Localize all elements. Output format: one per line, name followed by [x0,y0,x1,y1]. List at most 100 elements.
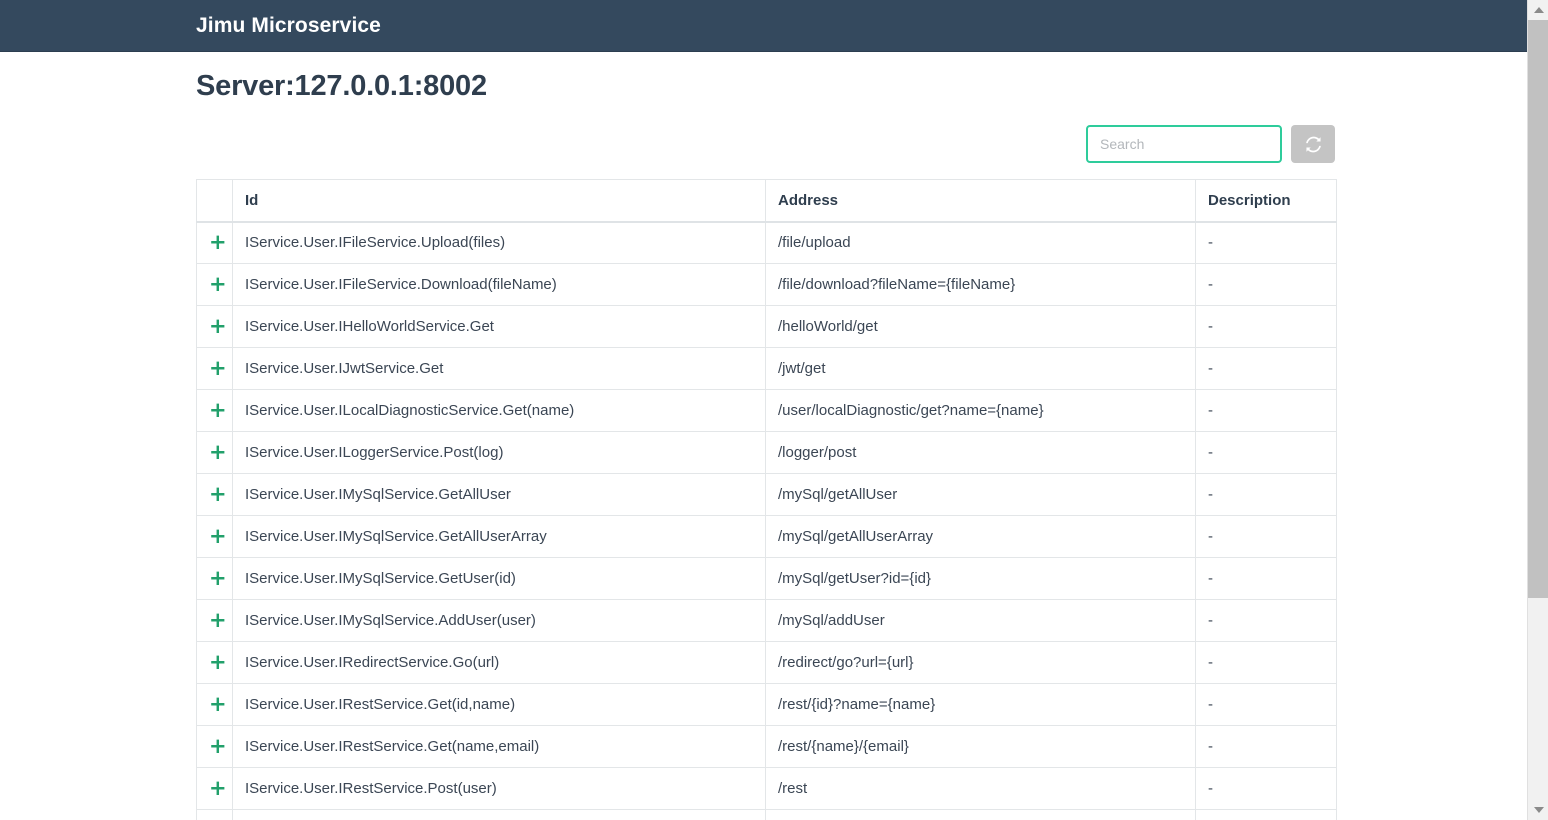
table-row: + IService.User.ILocalDiagnosticService.G… [197,390,1337,432]
app-brand-title: Jimu Microservice [196,14,381,38]
refresh-icon [1304,135,1323,154]
row-expand-cell: + [197,306,233,348]
services-table: Id Address Description + IService.User.IF… [196,179,1337,820]
cell-id: IService.User.IMySqlService.GetAllUserAr… [233,516,766,558]
row-expand-cell: + [197,474,233,516]
cell-description: - [1196,474,1337,516]
cell-id: IService.User.IFileService.Download(file… [233,264,766,306]
caret-down-icon [1534,807,1544,813]
page-root: Jimu Microservice Server:127.0.0.1:8002 [0,0,1527,820]
table-row: +IService.User.IJwtService.Get/jwt/get- [197,348,1337,390]
page-title: Server:127.0.0.1:8002 [196,52,1335,103]
cell-id: IService.User.ILoggerService.Post(log) [233,432,766,474]
table-row: + IService.User.IFileService.Download(fil… [197,264,1337,306]
table-row [197,810,1337,820]
scroll-down-button[interactable] [1528,800,1548,820]
row-expand-cell: + [197,684,233,726]
row-expand-cell [197,810,233,820]
plus-icon[interactable]: + [209,316,227,337]
row-expand-cell: + [197,516,233,558]
table-body: + IService.User.IFileService.Upload(files… [197,222,1337,820]
table-row: + IService.User.ILoggerService.Post(log)/… [197,432,1337,474]
column-header-description: Description [1196,180,1337,222]
row-expand-cell: + [197,222,233,264]
plus-icon[interactable]: + [209,652,227,673]
cell-description: - [1196,432,1337,474]
cell-description: - [1196,642,1337,684]
row-expand-cell: + [197,390,233,432]
cell-description: - [1196,684,1337,726]
cell-address: /mySql/addUser [766,600,1196,642]
search-input[interactable] [1086,125,1282,163]
row-expand-cell: + [197,768,233,810]
plus-icon[interactable]: + [209,778,227,799]
column-header-address: Address [766,180,1196,222]
cell-description [1196,810,1337,820]
cell-address: /rest [766,768,1196,810]
table-row: +IService.User.IMySqlService.GetAllUser/… [197,474,1337,516]
plus-icon[interactable]: + [209,442,227,463]
services-table-wrapper: Id Address Description + IService.User.IF… [196,179,1335,820]
window-scrollbar[interactable] [1527,0,1548,820]
cell-address: /rest/{id}?name={name} [766,684,1196,726]
table-row: + IService.User.IMySqlService.GetAllUserA… [197,516,1337,558]
plus-icon[interactable]: + [209,610,227,631]
cell-address: /jwt/get [766,348,1196,390]
caret-up-icon [1534,7,1544,13]
plus-icon[interactable]: + [209,694,227,715]
cell-id: IService.User.IMySqlService.GetUser(id) [233,558,766,600]
row-expand-cell: + [197,642,233,684]
cell-id [233,810,766,820]
row-expand-cell: + [197,348,233,390]
plus-icon[interactable]: + [209,274,227,295]
cell-address [766,810,1196,820]
plus-icon[interactable]: + [209,400,227,421]
plus-icon[interactable]: + [209,232,227,253]
scrollbar-thumb[interactable] [1528,20,1548,598]
plus-icon[interactable]: + [209,484,227,505]
column-header-expand [197,180,233,222]
scroll-up-button[interactable] [1528,0,1548,20]
plus-icon[interactable]: + [209,568,227,589]
cell-id: IService.User.IFileService.Upload(files) [233,222,766,264]
cell-description: - [1196,306,1337,348]
cell-id: IService.User.IMySqlService.AddUser(user… [233,600,766,642]
table-header: Id Address Description [197,180,1337,222]
cell-address: /mySql/getUser?id={id} [766,558,1196,600]
cell-description: - [1196,390,1337,432]
cell-address: /file/upload [766,222,1196,264]
cell-description: - [1196,726,1337,768]
cell-address: /file/download?fileName={fileName} [766,264,1196,306]
cell-address: /redirect/go?url={url} [766,642,1196,684]
refresh-button[interactable] [1291,125,1335,163]
table-row: + IService.User.IRestService.Post(user)/r… [197,768,1337,810]
cell-address: /rest/{name}/{email} [766,726,1196,768]
plus-icon[interactable]: + [209,736,227,757]
cell-description: - [1196,516,1337,558]
row-expand-cell: + [197,264,233,306]
column-header-id: Id [233,180,766,222]
cell-address: /helloWorld/get [766,306,1196,348]
cell-description: - [1196,264,1337,306]
plus-icon[interactable]: + [209,358,227,379]
cell-description: - [1196,768,1337,810]
cell-id: IService.User.IMySqlService.GetAllUser [233,474,766,516]
row-expand-cell: + [197,726,233,768]
cell-description: - [1196,348,1337,390]
table-row: + IService.User.IRestService.Get(name,ema… [197,726,1337,768]
cell-id: IService.User.IRestService.Post(user) [233,768,766,810]
top-navbar: Jimu Microservice [0,0,1527,52]
table-header-row: Id Address Description [197,180,1337,222]
cell-id: IService.User.ILocalDiagnosticService.Ge… [233,390,766,432]
cell-description: - [1196,600,1337,642]
cell-address: /logger/post [766,432,1196,474]
cell-id: IService.User.IRestService.Get(name,emai… [233,726,766,768]
table-row: + IService.User.IFileService.Upload(files… [197,222,1337,264]
cell-id: IService.User.IHelloWorldService.Get [233,306,766,348]
cell-id: IService.User.IRestService.Get(id,name) [233,684,766,726]
table-row: + IService.User.IRestService.Get(id,name)… [197,684,1337,726]
row-expand-cell: + [197,600,233,642]
table-row: + IService.User.IMySqlService.GetUser(id)… [197,558,1337,600]
plus-icon[interactable]: + [209,526,227,547]
content-container: Server:127.0.0.1:8002 [0,52,1527,820]
